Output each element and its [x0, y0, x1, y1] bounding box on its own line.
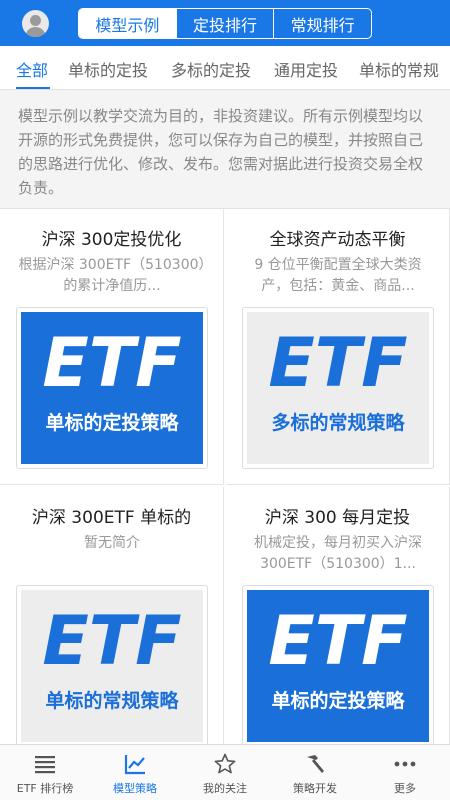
model-card[interactable]: 沪深 300 每月定投 机械定投，每月初买入沪深 300ETF（510300）1…: [226, 487, 450, 763]
card-description: 根据沪深 300ETF（510300）的累计净值历...: [18, 257, 206, 294]
tab-strategy-dev[interactable]: 策略开发: [270, 745, 360, 800]
card-title: 沪深 300定投优化: [41, 230, 182, 250]
etf-logo-icon: ETF: [268, 328, 407, 394]
more-icon: [394, 761, 416, 767]
card-description: 暂无简介: [84, 535, 140, 551]
chart-icon: [124, 755, 145, 775]
tab-label: 模型策略: [113, 782, 157, 795]
tab-label: 更多: [394, 782, 416, 795]
segment-regular-ranking[interactable]: 常规排行: [273, 9, 371, 38]
svg-text:ETF: ETF: [42, 328, 181, 394]
tab-my-watchlist[interactable]: 我的关注: [180, 745, 270, 800]
card-thumbnail: ETF 单标的定投策略: [242, 585, 434, 747]
hammer-icon: [307, 755, 324, 773]
model-card[interactable]: 全球资产动态平衡 9 仓位平衡配置全球大类资产，包括：黄金、商品... ETF …: [226, 209, 450, 485]
card-thumbnail: ETF 单标的常规策略: [16, 585, 208, 747]
segment-model-examples[interactable]: 模型示例: [79, 9, 176, 38]
tab-single-dca[interactable]: 单标的定投: [68, 57, 148, 81]
card-title: 沪深 300ETF 单标的: [31, 508, 192, 528]
category-tabs: 全部 单标的定投 多标的定投 通用定投 单标的常规: [0, 46, 450, 90]
tab-all[interactable]: 全部: [16, 57, 48, 81]
card-title: 沪深 300 每月定投: [264, 508, 411, 528]
tab-label: ETF 排行榜: [16, 782, 74, 795]
segment-control: 模型示例 定投排行 常规排行: [78, 8, 372, 39]
svg-text:ETF: ETF: [268, 606, 407, 672]
top-bar: 模型示例 定投排行 常规排行: [0, 0, 450, 46]
tab-label: 策略开发: [293, 782, 337, 795]
model-grid: 沪深 300定投优化 根据沪深 300ETF（510300）的累计净值历... …: [0, 208, 450, 763]
etf-logo-icon: ETF: [268, 606, 407, 672]
tab-model-strategy[interactable]: 模型策略: [90, 745, 180, 800]
card-thumbnail: ETF 多标的常规策略: [242, 307, 434, 469]
tab-more[interactable]: 更多: [360, 745, 450, 800]
tab-etf-ranking[interactable]: ETF 排行榜: [0, 745, 90, 800]
segment-dca-ranking[interactable]: 定投排行: [175, 9, 274, 38]
tab-general-dca[interactable]: 通用定投: [274, 57, 338, 81]
strategy-type-label: 多标的常规策略: [271, 412, 405, 434]
star-icon: [214, 753, 236, 774]
card-description: 机械定投，每月初买入沪深 300ETF（510300）1...: [254, 535, 422, 572]
card-title: 全球资产动态平衡: [269, 230, 406, 250]
user-avatar-icon[interactable]: [22, 10, 49, 37]
disclaimer-text: 模型示例以教学交流为目的，非投资建议。所有示例模型均以开源的形式免费提供，您可以…: [18, 107, 424, 197]
card-thumbnail: ETF 单标的定投策略: [16, 307, 208, 469]
bottom-tab-bar: ETF 排行榜 模型策略 我的关注 策略开发 更多: [0, 744, 450, 800]
model-card[interactable]: 沪深 300定投优化 根据沪深 300ETF（510300）的累计净值历... …: [0, 209, 224, 485]
svg-text:ETF: ETF: [268, 328, 407, 394]
strategy-type-label: 单标的定投策略: [45, 412, 179, 434]
tab-single-regular[interactable]: 单标的常规: [359, 57, 439, 81]
tab-label: 我的关注: [203, 782, 247, 795]
etf-logo-icon: ETF: [42, 328, 181, 394]
active-tab-indicator: [16, 87, 50, 89]
strategy-type-label: 单标的常规策略: [45, 690, 179, 712]
model-card[interactable]: 沪深 300ETF 单标的 暂无简介 ETF 单标的常规策略: [0, 487, 224, 763]
tab-multi-dca[interactable]: 多标的定投: [171, 57, 251, 81]
etf-logo-icon: ETF: [42, 606, 181, 672]
strategy-type-label: 单标的定投策略: [271, 690, 405, 712]
svg-text:ETF: ETF: [42, 606, 181, 672]
card-description: 9 仓位平衡配置全球大类资产，包括：黄金、商品...: [254, 257, 422, 294]
list-icon: [35, 756, 55, 774]
